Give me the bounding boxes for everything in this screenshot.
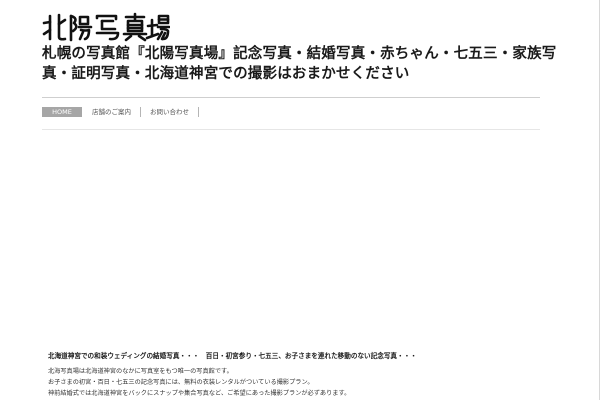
intro-line: 神前結婚式では北海道神宮をバックにスナップや集合写真など、ご希望にあった撮影プラ… <box>48 390 351 397</box>
nav-item-store-info[interactable]: 店舗のご案内 <box>83 107 141 117</box>
global-nav: HOME 店舗のご案内 お問い合わせ <box>42 105 199 119</box>
intro-line: 北海写真場は北海道神宮のなかに写真室をもつ唯一の写真館です。 <box>48 368 233 375</box>
intro-text: 北海写真場は北海道神宮のなかに写真室をもつ唯一の写真館です。 お子さまの初宮・百… <box>48 366 350 399</box>
hero-image-area <box>42 131 540 347</box>
header-divider <box>42 97 540 98</box>
intro-title: 北海道神宮での和装ウェディングの結婚写真・・・ 百日・初宮参り・七五三、お子さま… <box>48 352 417 360</box>
site-logo-calligraphy <box>42 12 170 42</box>
nav-item-home[interactable]: HOME <box>42 107 82 117</box>
nav-divider <box>42 129 540 130</box>
intro-line: お子さまの初宮・百日・七五三の記念写真には、無料の衣装レンタルがついている撮影プ… <box>48 379 314 386</box>
site-logo[interactable] <box>42 12 170 42</box>
page-headline: 札幌の写真館『北陽写真場』記念写真・結婚写真・赤ちゃん・七五三・家族写真・証明写… <box>42 46 557 82</box>
nav-item-contact[interactable]: お問い合わせ <box>141 107 199 117</box>
